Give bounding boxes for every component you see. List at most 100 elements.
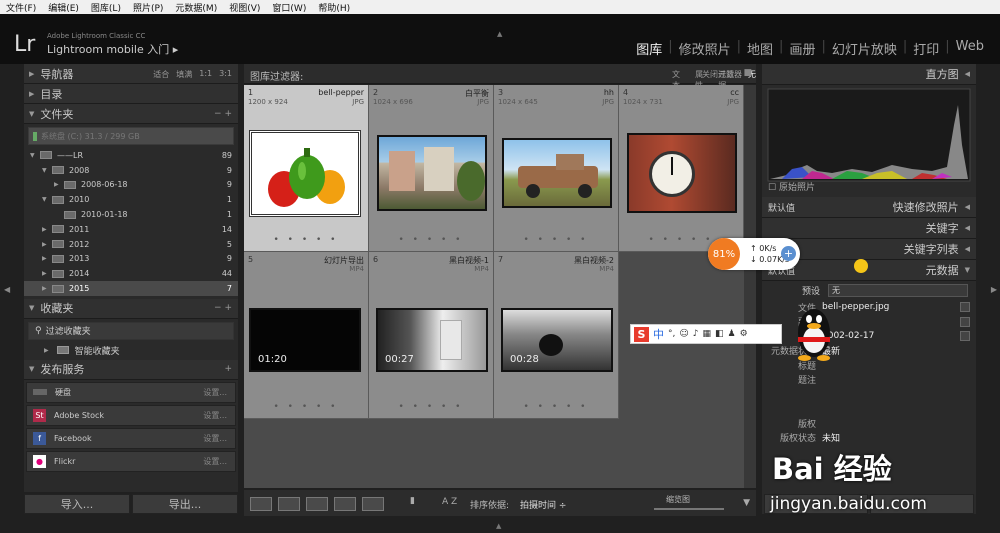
grid-cell[interactable]: 4 cc 1024 x 731 JPG • • • • • xyxy=(619,85,744,252)
menu-edit[interactable]: 编辑(E) xyxy=(42,1,85,14)
catalog-header[interactable]: ▶ 目录 xyxy=(24,84,238,104)
menu-window[interactable]: 窗口(W) xyxy=(266,1,312,14)
skin-icon[interactable]: ◧ xyxy=(715,329,724,339)
identity-title[interactable]: Lightroom mobile 入门 ▸ xyxy=(47,41,178,57)
field-action-icon[interactable] xyxy=(960,302,970,313)
navigator-header[interactable]: ▶ 导航器 适合 填满 1:1 3:1 xyxy=(24,64,238,84)
module-book[interactable]: 画册 xyxy=(785,39,819,58)
publish-facebook[interactable]: f Facebook 设置... xyxy=(26,427,236,449)
add-collection-icon[interactable]: − + xyxy=(214,303,232,313)
video-thumbnail[interactable]: 00:27 xyxy=(376,308,488,372)
keywording-header[interactable]: 关键字 ◀ xyxy=(762,218,976,239)
menu-photo[interactable]: 照片(P) xyxy=(127,1,169,14)
emoji-icon[interactable]: ☺ xyxy=(679,329,688,339)
ime-punctuation-toggle[interactable]: °, xyxy=(668,329,675,339)
field-action-icon[interactable] xyxy=(960,331,970,342)
setting-button[interactable]: 设置... xyxy=(203,410,227,421)
grid-cell[interactable]: 6 黑白视频-1 MP4 00:27 • • • • • xyxy=(369,252,494,419)
export-button[interactable]: 导出... xyxy=(132,494,238,514)
top-panel-toggle-icon[interactable]: ▲ xyxy=(497,30,502,38)
video-thumbnail[interactable]: 01:20 xyxy=(249,308,361,372)
menu-metadata[interactable]: 元数据(M) xyxy=(169,1,223,14)
lightbulb-icon[interactable] xyxy=(854,259,868,273)
module-slideshow[interactable]: 幻灯片放映 xyxy=(828,39,901,58)
collection-filter-input[interactable]: ⚲ 过滤收藏夹 xyxy=(28,321,234,340)
module-web[interactable]: Web xyxy=(952,39,988,58)
thumbnail-image[interactable] xyxy=(502,138,612,208)
thumbnail-image[interactable] xyxy=(627,133,737,213)
menu-help[interactable]: 帮助(H) xyxy=(312,1,356,14)
folder-item[interactable]: ▶ 2012 5 xyxy=(24,237,238,252)
publish-harddrive[interactable]: 硬盘 设置... xyxy=(26,381,236,403)
grid-cell[interactable]: 5 幻灯片导出 MP4 01:20 • • • • • xyxy=(244,252,369,419)
shirt-icon[interactable]: ♟ xyxy=(728,329,736,339)
right-panel-toggle-icon[interactable]: ▶ xyxy=(991,285,997,294)
qq-penguin-icon[interactable] xyxy=(792,307,836,363)
original-photo-checkbox[interactable]: ☐ 原始照片 xyxy=(768,180,815,193)
module-print[interactable]: 打印 xyxy=(909,39,943,58)
sort-dropdown[interactable]: 拍摄时间 ÷ xyxy=(520,498,566,511)
menu-view[interactable]: 视图(V) xyxy=(223,1,266,14)
setting-button[interactable]: 设置... xyxy=(203,387,227,398)
plus-icon[interactable]: + xyxy=(781,246,796,261)
module-develop[interactable]: 修改照片 xyxy=(675,39,735,58)
publish-header[interactable]: ▼ 发布服务 + xyxy=(24,359,238,380)
grid-cell[interactable]: 3 hh 1024 x 645 JPG • • • • • xyxy=(494,85,619,252)
preset-dropdown[interactable]: 无 xyxy=(828,284,969,297)
folder-item[interactable]: ▼ 2008 9 xyxy=(24,163,238,178)
folder-item-selected[interactable]: ▶ 2015 7 xyxy=(24,281,238,296)
add-folder-icon[interactable]: − + xyxy=(214,109,232,119)
add-publish-icon[interactable]: + xyxy=(224,364,232,374)
folders-header[interactable]: ▼ 文件夹 − + xyxy=(24,104,238,124)
sogou-logo-icon[interactable]: S xyxy=(634,326,649,342)
compare-view-icon[interactable] xyxy=(306,497,328,511)
zoom-1-1[interactable]: 1:1 xyxy=(199,69,212,80)
zoom-fit[interactable]: 适合 xyxy=(153,69,169,80)
setting-button[interactable]: 设置... xyxy=(203,456,227,467)
loupe-view-icon[interactable] xyxy=(278,497,300,511)
grid-view-icon[interactable] xyxy=(250,497,272,511)
folder-item[interactable]: ▶ 2008-06-18 9 xyxy=(24,178,238,193)
left-panel-toggle-icon[interactable]: ◀ xyxy=(4,285,10,294)
publish-adobe-stock[interactable]: St Adobe Stock 设置... xyxy=(26,404,236,426)
folder-item[interactable]: ▶ 2013 9 xyxy=(24,252,238,267)
ime-toolbar[interactable]: S 中 °, ☺ ♪ ▦ ◧ ♟ ⚙ xyxy=(630,324,782,344)
microphone-icon[interactable]: ♪ xyxy=(693,329,699,339)
keyboard-icon[interactable]: ▦ xyxy=(703,329,712,339)
folder-item[interactable]: ▼ 2010 1 xyxy=(24,192,238,207)
grid-cell[interactable]: 1 bell-pepper 1200 x 924 JPG • • • • • xyxy=(244,85,369,252)
grid-scrollbar[interactable] xyxy=(744,85,756,488)
network-speed-widget[interactable]: 81% ↑ 0K/s ↓ 0.07K/s + xyxy=(708,238,800,270)
spray-can-icon[interactable]: ▮ xyxy=(410,496,415,506)
sort-direction-icon[interactable]: A Z xyxy=(442,497,457,507)
quick-develop-header[interactable]: 默认值 快速修改照片 ◀ xyxy=(762,197,976,218)
module-library[interactable]: 图库 xyxy=(632,39,666,58)
setting-button[interactable]: 设置... xyxy=(203,433,227,444)
module-map[interactable]: 地图 xyxy=(743,39,777,58)
video-thumbnail[interactable]: 00:28 xyxy=(501,308,613,372)
folder-item[interactable]: ▼ ——LR 89 xyxy=(24,148,238,163)
thumbnail-image[interactable] xyxy=(377,135,487,211)
collections-header[interactable]: ▼ 收藏夹 − + xyxy=(24,298,238,319)
survey-view-icon[interactable] xyxy=(334,497,356,511)
wrench-icon[interactable]: ⚙ xyxy=(740,329,748,339)
folder-item[interactable]: ▶ 2014 44 xyxy=(24,266,238,281)
grid-cell[interactable]: 7 黑白视频-2 MP4 00:28 • • • • • xyxy=(494,252,619,419)
thumbnail-size-slider[interactable] xyxy=(654,508,724,510)
menu-file[interactable]: 文件(F) xyxy=(0,1,42,14)
toolbar-menu-icon[interactable]: ▼ xyxy=(743,498,750,508)
menu-library[interactable]: 图库(L) xyxy=(85,1,127,14)
folder-item[interactable]: ▶ 2011 14 xyxy=(24,222,238,237)
volume-row[interactable]: 系统盘 (C:) 31.3 / 299 GB xyxy=(28,127,234,145)
smart-collections-item[interactable]: ▶ 智能收藏夹 xyxy=(24,343,238,358)
import-button[interactable]: 导入... xyxy=(24,494,130,514)
field-action-icon[interactable] xyxy=(960,316,970,327)
close-filter-dropdown[interactable]: 关闭过滤器 xyxy=(702,69,742,80)
lock-icon[interactable]: ■ xyxy=(743,68,752,78)
zoom-3-1[interactable]: 3:1 xyxy=(219,69,232,80)
histogram-header[interactable]: 直方图 ◀ xyxy=(762,64,976,85)
ime-mode-toggle[interactable]: 中 xyxy=(653,326,664,342)
folder-item[interactable]: 2010-01-18 1 xyxy=(24,207,238,222)
people-view-icon[interactable] xyxy=(362,497,384,511)
bottom-panel-toggle-icon[interactable]: ▲ xyxy=(496,522,501,530)
